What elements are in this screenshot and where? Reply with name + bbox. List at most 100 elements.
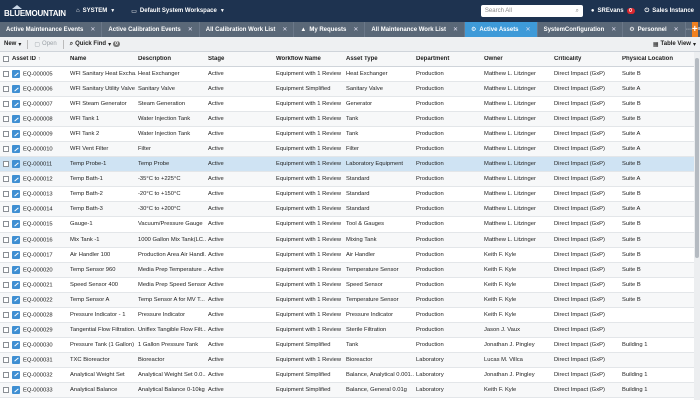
- cell-workflow-name: Equipment Simplified: [276, 371, 331, 378]
- row-checkbox[interactable]: [0, 161, 10, 168]
- table-row[interactable]: EQ-000009 WFI Tank 2 Water Injection Tank A…: [0, 127, 700, 143]
- row-checkbox[interactable]: [0, 131, 10, 138]
- table-row[interactable]: EQ-000022 Temp Sensor A Temp Sensor A for …: [0, 292, 700, 308]
- row-checkbox[interactable]: [0, 371, 10, 378]
- close-icon[interactable]: ✕: [453, 26, 458, 33]
- cell-owner: Keith F. Kyle: [484, 311, 517, 318]
- bluemountain-logo[interactable]: BLUEMOUNTAIN: [0, 0, 68, 22]
- table-row[interactable]: EQ-000012 Temp Bath-1 -35°C to +225°C Activ…: [0, 172, 700, 188]
- instance-button[interactable]: ⏻ Sales Instance: [645, 8, 694, 15]
- tab-active-maintenance-events[interactable]: Active Maintenance Events ✕: [0, 22, 103, 37]
- scrollbar-thumb[interactable]: [695, 58, 699, 258]
- row-checkbox[interactable]: [0, 191, 10, 198]
- cell-stage: Active: [208, 221, 224, 228]
- row-checkbox[interactable]: [0, 311, 10, 318]
- system-menu-label: SYSTEM: [82, 8, 108, 14]
- row-checkbox[interactable]: [0, 206, 10, 213]
- cell-asset-type: Balance, General 0.01g: [346, 387, 407, 393]
- table-row[interactable]: EQ-000028 Pressure Indicator - 1 Pressure …: [0, 308, 700, 323]
- table-row[interactable]: EQ-000008 WFI Tank 1 Water Injection Tank A…: [0, 112, 700, 128]
- row-checkbox[interactable]: [0, 71, 10, 78]
- table-row[interactable]: EQ-000015 Gauge-1 Vacuum/Pressure Gauge Act…: [0, 217, 700, 233]
- close-icon[interactable]: ✕: [188, 26, 193, 33]
- tab-active-calibration-events[interactable]: Active Calibration Events ✕: [102, 22, 200, 37]
- tab-active-assets[interactable]: ⚙ Active Assets ✕: [465, 22, 538, 37]
- row-checkbox[interactable]: [0, 116, 10, 123]
- search-icon[interactable]: ⌕: [576, 8, 579, 15]
- new-button[interactable]: New ▾: [4, 41, 21, 48]
- row-checkbox[interactable]: [0, 341, 10, 348]
- table-row[interactable]: EQ-000006 WFI Sanitary Utility Valve Sanit…: [0, 82, 700, 98]
- column-header-description[interactable]: Description: [136, 56, 206, 62]
- mountain-icon: ▲: [300, 26, 307, 33]
- table-row[interactable]: EQ-000013 Temp Bath-2 -20°C to +150°C Activ…: [0, 187, 700, 203]
- table-row[interactable]: EQ-000032 Analytical Weight Set Analytical…: [0, 368, 700, 383]
- asset-icon: [12, 250, 20, 259]
- cell-owner: Lucas M. Villca: [484, 356, 523, 363]
- tab-all-calibration-work-list[interactable]: All Calibration Work List ✕: [199, 22, 295, 37]
- table-row[interactable]: EQ-000021 Speed Sensor 400 Media Prep Spee…: [0, 278, 700, 293]
- row-checkbox[interactable]: [0, 101, 10, 108]
- row-checkbox[interactable]: [0, 266, 10, 273]
- table-view-button[interactable]: ▦ Table View ▾: [653, 41, 696, 48]
- row-checkbox[interactable]: [0, 176, 10, 183]
- cell-asset-type: Standard: [346, 191, 370, 198]
- workspace-menu[interactable]: ▭ Default System Workspace ▼: [123, 0, 233, 22]
- column-header-workflow-name[interactable]: Workflow Name: [274, 56, 344, 62]
- system-menu[interactable]: ⌂ SYSTEM ▼: [68, 0, 123, 22]
- table-row[interactable]: EQ-000011 Temp Probe-1 Temp Probe Active Equ…: [0, 157, 700, 173]
- column-header-asset-type[interactable]: Asset Type: [344, 56, 414, 62]
- table-row[interactable]: EQ-000020 Temp Sensor 960 Media Prep Tempe…: [0, 262, 700, 278]
- table-row[interactable]: EQ-000033 Analytical Balance Analytical Ba…: [0, 382, 700, 399]
- row-checkbox[interactable]: [0, 356, 10, 363]
- table-row[interactable]: EQ-000016 Mix Tank -1 1000 Gallon Mix Tank…: [0, 232, 700, 248]
- table-row[interactable]: EQ-000017 Air Handler 100 Production Area …: [0, 248, 700, 263]
- column-header-stage[interactable]: Stage: [206, 56, 274, 62]
- column-header-owner[interactable]: Owner: [482, 56, 552, 62]
- open-button[interactable]: ▢ Open: [34, 41, 56, 48]
- cell-workflow-name: Equipment with 1 Review: [276, 266, 342, 273]
- user-icon: ●: [590, 8, 595, 14]
- asset-icon: [12, 190, 20, 199]
- table-row[interactable]: EQ-000005 WFI Sanitary Heat Excha... Heat …: [0, 67, 700, 83]
- row-checkbox[interactable]: [0, 86, 10, 93]
- table-row[interactable]: EQ-000007 WFI Steam Generator Steam Genera…: [0, 97, 700, 113]
- table-row[interactable]: EQ-000030 Pressure Tank (1 Gallon) 1 Gallo…: [0, 338, 700, 353]
- column-header-physical-location[interactable]: Physical Location: [620, 56, 678, 62]
- column-header-name[interactable]: Name: [68, 56, 136, 62]
- table-row[interactable]: EQ-000029 Tangential Flow Filtration... Un…: [0, 322, 700, 338]
- close-icon[interactable]: ✕: [353, 26, 358, 33]
- close-icon[interactable]: ✕: [674, 26, 679, 33]
- close-icon[interactable]: ✕: [526, 26, 531, 33]
- tab-system-configuration[interactable]: SystemConfiguration ✕: [537, 22, 624, 37]
- quick-find-button[interactable]: ⌕ Quick Find ▾ 0: [70, 41, 120, 48]
- gear-icon: ⚙: [629, 27, 635, 33]
- row-checkbox[interactable]: [0, 236, 10, 243]
- close-icon[interactable]: ✕: [611, 26, 616, 33]
- row-checkbox[interactable]: [0, 326, 10, 333]
- cell-criticality: Direct Impact (GxP): [554, 191, 605, 198]
- row-checkbox[interactable]: [0, 281, 10, 288]
- row-checkbox[interactable]: [0, 221, 10, 228]
- row-checkbox[interactable]: [0, 387, 10, 393]
- checkbox-box: [3, 311, 9, 318]
- user-menu[interactable]: ● SREvans 0: [591, 8, 635, 14]
- row-checkbox[interactable]: [0, 251, 10, 258]
- asset-id-cell: EQ-000029: [10, 325, 68, 334]
- tab-personnel[interactable]: ⚙ Personnel ✕: [623, 22, 686, 37]
- select-all-checkbox[interactable]: [0, 56, 10, 62]
- column-header-asset-id[interactable]: Asset ID ↑: [10, 56, 68, 62]
- tab-all-maintenance-work-list[interactable]: All Maintenance Work List ✕: [365, 22, 465, 37]
- close-icon[interactable]: ✕: [90, 26, 95, 33]
- column-header-department[interactable]: Department: [414, 56, 482, 62]
- column-header-criticality[interactable]: Criticality: [552, 56, 620, 62]
- row-checkbox[interactable]: [0, 146, 10, 153]
- cell-criticality: Direct Impact (GxP): [554, 221, 605, 228]
- search-input[interactable]: Search All ⌕: [480, 5, 583, 17]
- row-checkbox[interactable]: [0, 296, 10, 303]
- close-icon[interactable]: ✕: [282, 26, 287, 33]
- table-row[interactable]: EQ-000014 Temp Bath-3 -30°C to +200°C Activ…: [0, 202, 700, 218]
- table-row[interactable]: EQ-000031 TXC Bioreactor Bioreactor Active E…: [0, 352, 700, 368]
- table-row[interactable]: EQ-000010 WFI Vent Filter Filter Active Equi…: [0, 142, 700, 158]
- tab-my-requests[interactable]: ▲ My Requests ✕: [294, 22, 366, 37]
